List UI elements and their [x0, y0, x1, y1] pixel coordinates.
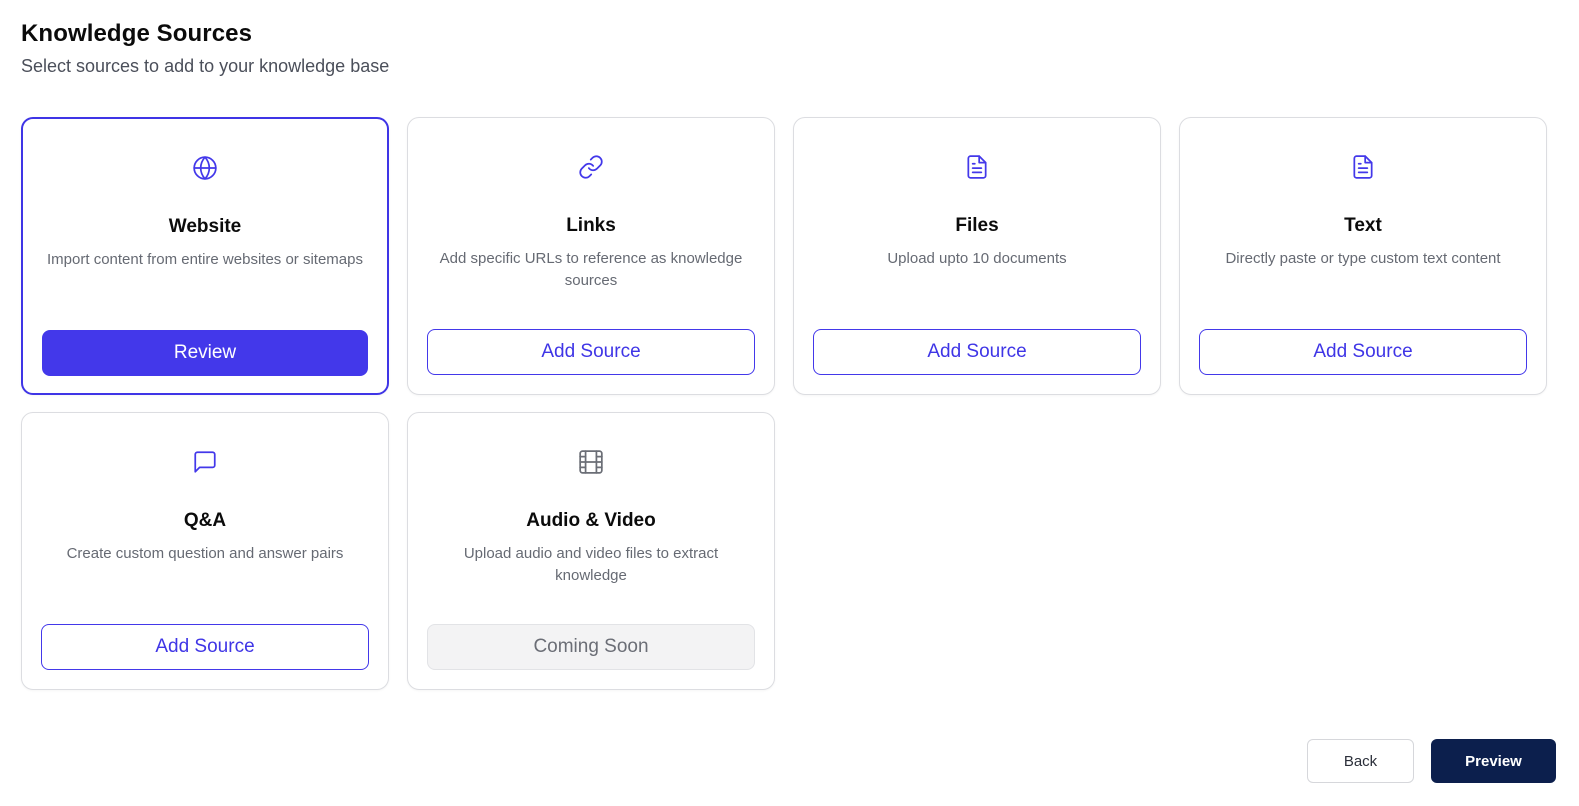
add-source-button-links[interactable]: Add Source — [427, 329, 755, 375]
card-description: Upload audio and video files to extract … — [463, 545, 719, 584]
page-subtitle: Select sources to add to your knowledge … — [21, 56, 390, 76]
card-title: Links — [566, 215, 616, 236]
page-title: Knowledge Sources — [21, 20, 253, 47]
card-description: Import content from entire websites or s… — [47, 251, 363, 268]
film-icon — [577, 448, 605, 476]
add-source-button-text[interactable]: Add Source — [1199, 329, 1527, 375]
file-text-icon — [963, 153, 991, 181]
message-square-icon — [191, 448, 219, 476]
add-source-button-files[interactable]: Add Source — [813, 329, 1141, 375]
source-card-website[interactable]: Website Import content from entire websi… — [21, 117, 389, 395]
source-card-audio-video: Audio & Video Upload audio and video fil… — [407, 412, 775, 690]
source-card-qa[interactable]: Q&A Create custom question and answer pa… — [21, 412, 389, 690]
back-button[interactable]: Back — [1307, 739, 1414, 783]
review-button[interactable]: Review — [42, 330, 368, 376]
preview-button[interactable]: Preview — [1431, 739, 1556, 783]
card-title: Files — [955, 215, 999, 236]
add-source-button-qa[interactable]: Add Source — [41, 624, 369, 670]
source-card-files[interactable]: Files Upload upto 10 documents Add Sourc… — [793, 117, 1161, 395]
card-description: Upload upto 10 documents — [887, 250, 1067, 267]
globe-icon — [191, 154, 219, 182]
coming-soon-button: Coming Soon — [427, 624, 755, 670]
card-title: Q&A — [183, 510, 227, 531]
card-description: Add specific URLs to reference as knowle… — [439, 250, 743, 289]
card-title: Website — [168, 216, 242, 237]
file-text-icon — [1349, 153, 1377, 181]
card-description: Directly paste or type custom text conte… — [1225, 250, 1501, 267]
link-icon — [577, 153, 605, 181]
source-card-text[interactable]: Text Directly paste or type custom text … — [1179, 117, 1547, 395]
card-title: Text — [1344, 215, 1382, 236]
card-title: Audio & Video — [526, 510, 656, 531]
card-description: Create custom question and answer pairs — [66, 545, 344, 562]
source-card-links[interactable]: Links Add specific URLs to reference as … — [407, 117, 775, 395]
